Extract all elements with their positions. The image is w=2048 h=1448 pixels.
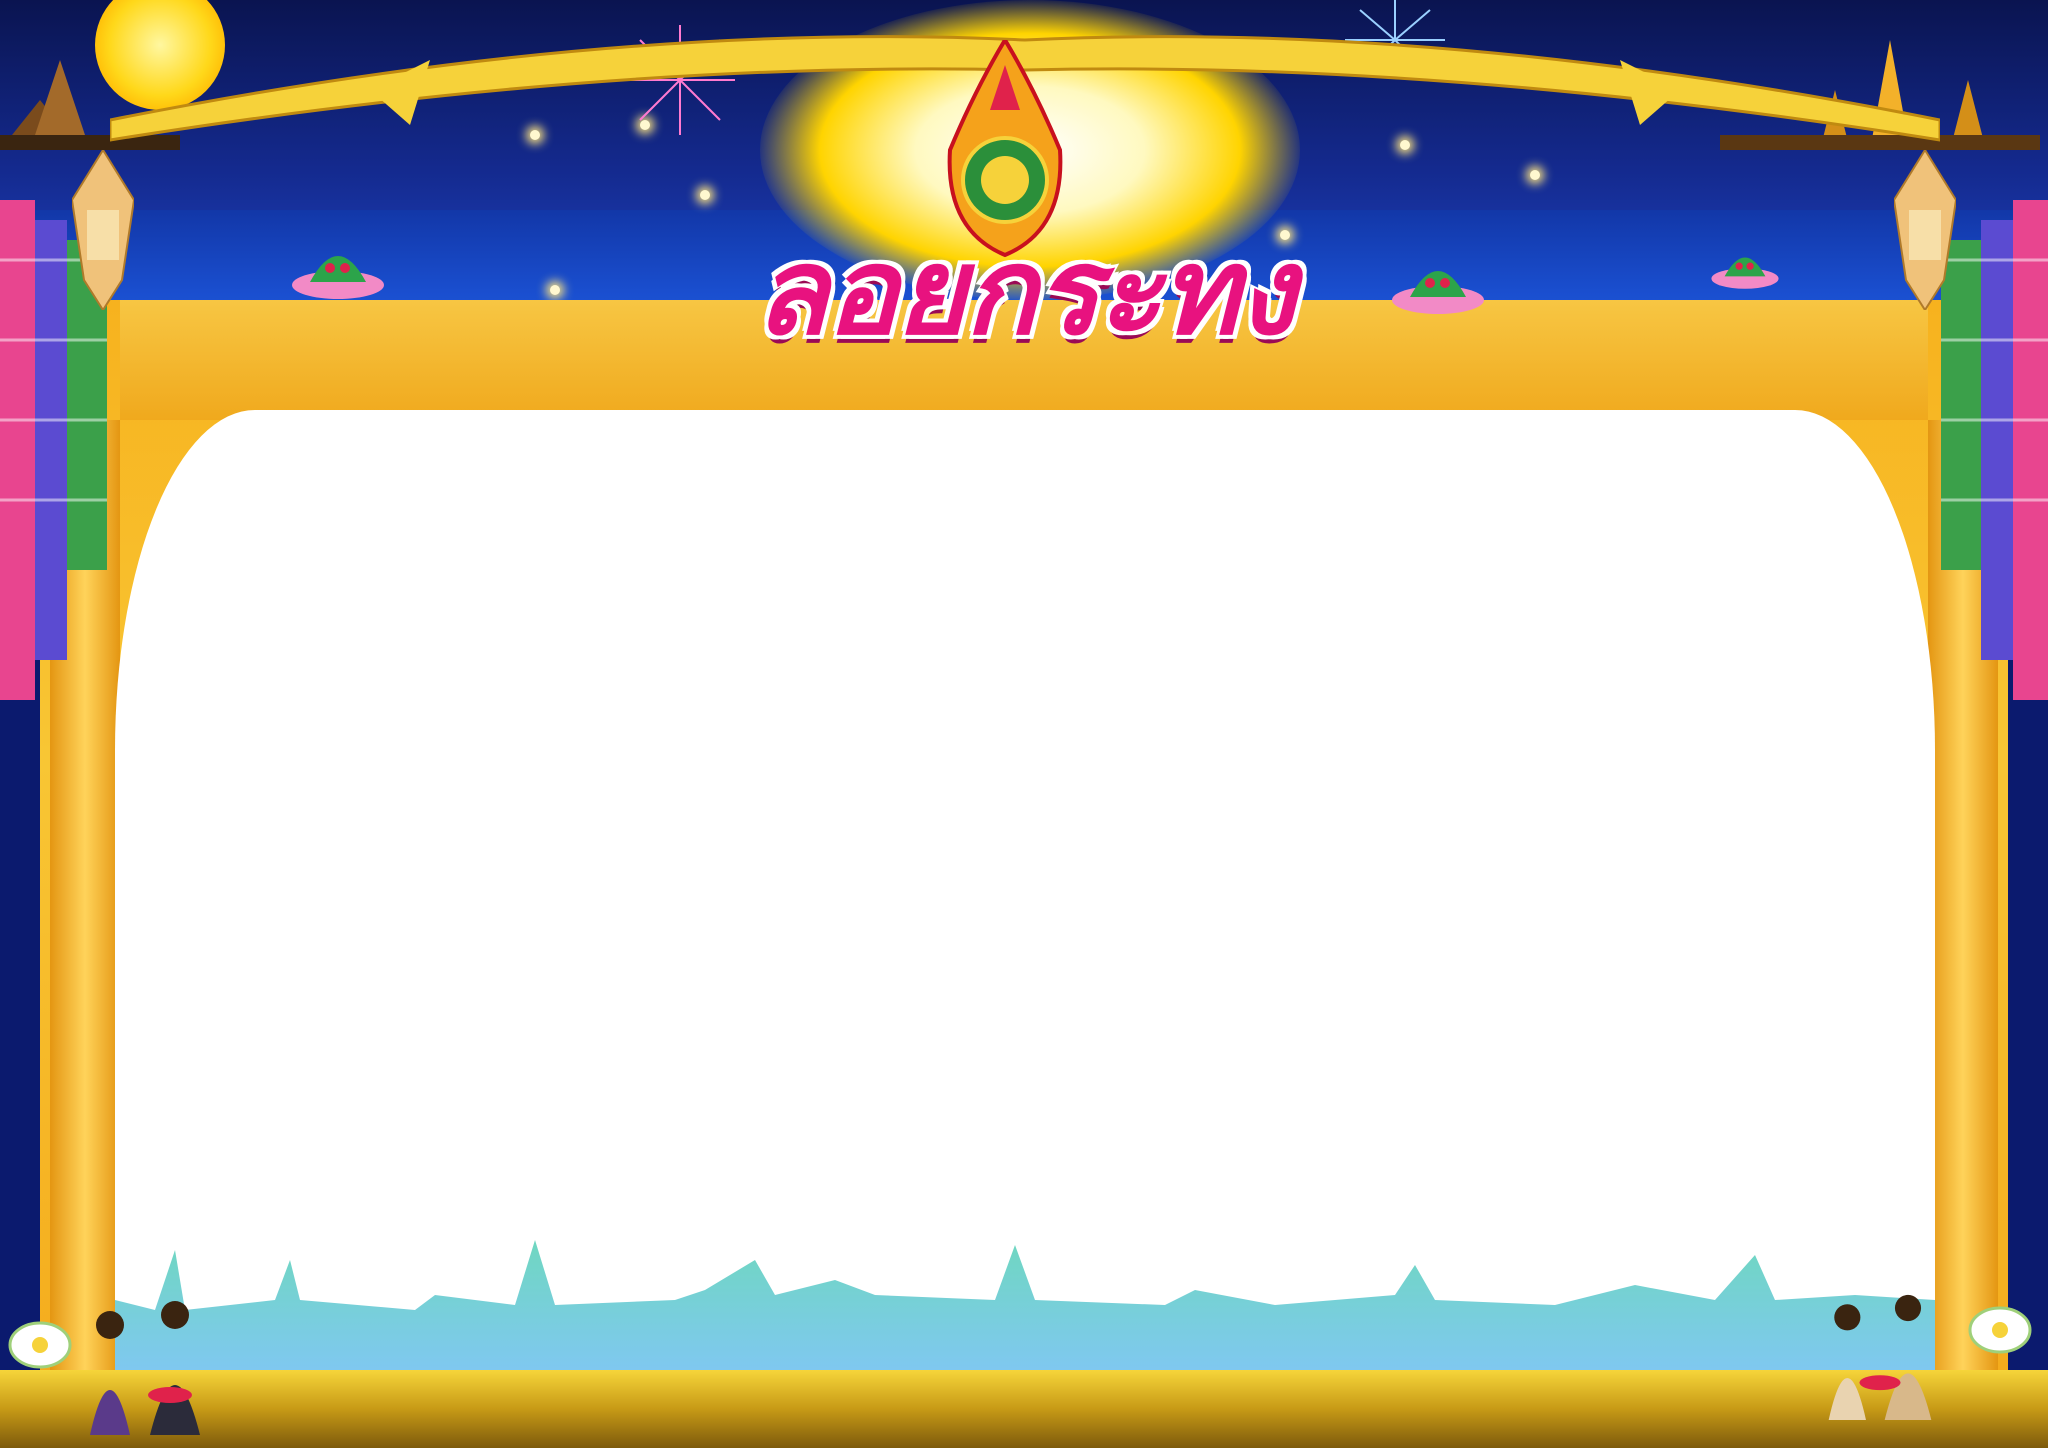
thai-dancers-icon xyxy=(1828,1294,1932,1420)
event-title: ลอยกระทง xyxy=(754,221,1295,362)
blank-stage-area xyxy=(115,410,1935,1370)
thai-dancers-icon xyxy=(90,1301,200,1435)
star-icon xyxy=(700,190,710,200)
temple-skyline xyxy=(115,1240,1935,1370)
golden-river-reflection xyxy=(0,1370,2048,1448)
lotus-icon xyxy=(8,1321,72,1369)
lotus-icon xyxy=(1968,1306,2032,1354)
